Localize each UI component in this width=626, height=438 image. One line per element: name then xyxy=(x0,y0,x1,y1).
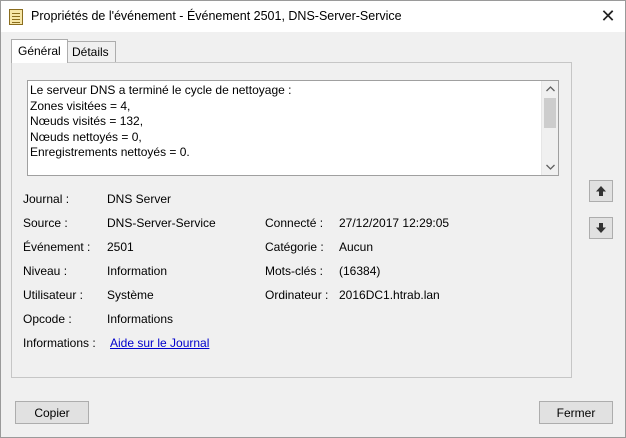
user-label: Utilisateur : xyxy=(23,288,84,302)
scrollbar-thumb[interactable] xyxy=(544,98,556,128)
previous-event-button[interactable] xyxy=(589,180,613,202)
more-info-label: Informations : xyxy=(23,336,96,350)
level-label: Niveau : xyxy=(23,264,68,278)
keywords-label: Mots-clés : xyxy=(265,264,324,278)
keywords-value: (16384) xyxy=(339,264,381,278)
journal-value: DNS Server xyxy=(107,192,172,206)
computer-label: Ordinateur : xyxy=(265,288,329,302)
copy-button[interactable]: Copier xyxy=(15,401,89,424)
opcode-label: Opcode : xyxy=(23,312,72,326)
logged-label: Connecté : xyxy=(265,216,324,230)
scroll-down-icon[interactable] xyxy=(542,159,558,175)
opcode-value: Informations xyxy=(107,312,174,326)
event-log-help-link[interactable]: Aide sur le Journal xyxy=(110,336,209,350)
window-title: Propriétés de l'événement - Événement 25… xyxy=(31,9,402,23)
next-event-button[interactable] xyxy=(589,217,613,239)
source-value: DNS-Server-Service xyxy=(107,216,216,230)
general-panel: Le serveur DNS a terminé le cycle de net… xyxy=(11,62,572,378)
task-category-label: Catégorie : xyxy=(265,240,324,254)
title-bar: Propriétés de l'événement - Événement 25… xyxy=(1,1,625,32)
tab-general[interactable]: Général xyxy=(11,39,68,63)
description-scrollbar[interactable] xyxy=(541,81,558,175)
event-id-value: 2501 xyxy=(107,240,134,254)
level-value: Information xyxy=(107,264,168,278)
close-button[interactable]: Fermer xyxy=(539,401,613,424)
user-value: Système xyxy=(107,288,154,302)
event-viewer-icon xyxy=(9,9,23,25)
tab-details[interactable]: Détails xyxy=(65,41,116,63)
logged-value: 27/12/2017 12:29:05 xyxy=(339,216,450,230)
arrow-down-icon xyxy=(596,223,606,233)
event-properties-dialog: Propriétés de l'événement - Événement 25… xyxy=(0,0,626,438)
event-id-label: Événement : xyxy=(23,240,91,254)
task-category-value: Aucun xyxy=(339,240,374,254)
arrow-up-icon xyxy=(596,186,606,196)
close-window-button[interactable]: ✕ xyxy=(591,1,625,32)
computer-value: 2016DC1.htrab.lan xyxy=(339,288,440,302)
scroll-up-icon[interactable] xyxy=(542,81,558,97)
source-label: Source : xyxy=(23,216,68,230)
event-description-text: Le serveur DNS a terminé le cycle de net… xyxy=(30,83,292,159)
journal-label: Journal : xyxy=(23,192,70,206)
event-description-box[interactable]: Le serveur DNS a terminé le cycle de net… xyxy=(27,80,559,176)
